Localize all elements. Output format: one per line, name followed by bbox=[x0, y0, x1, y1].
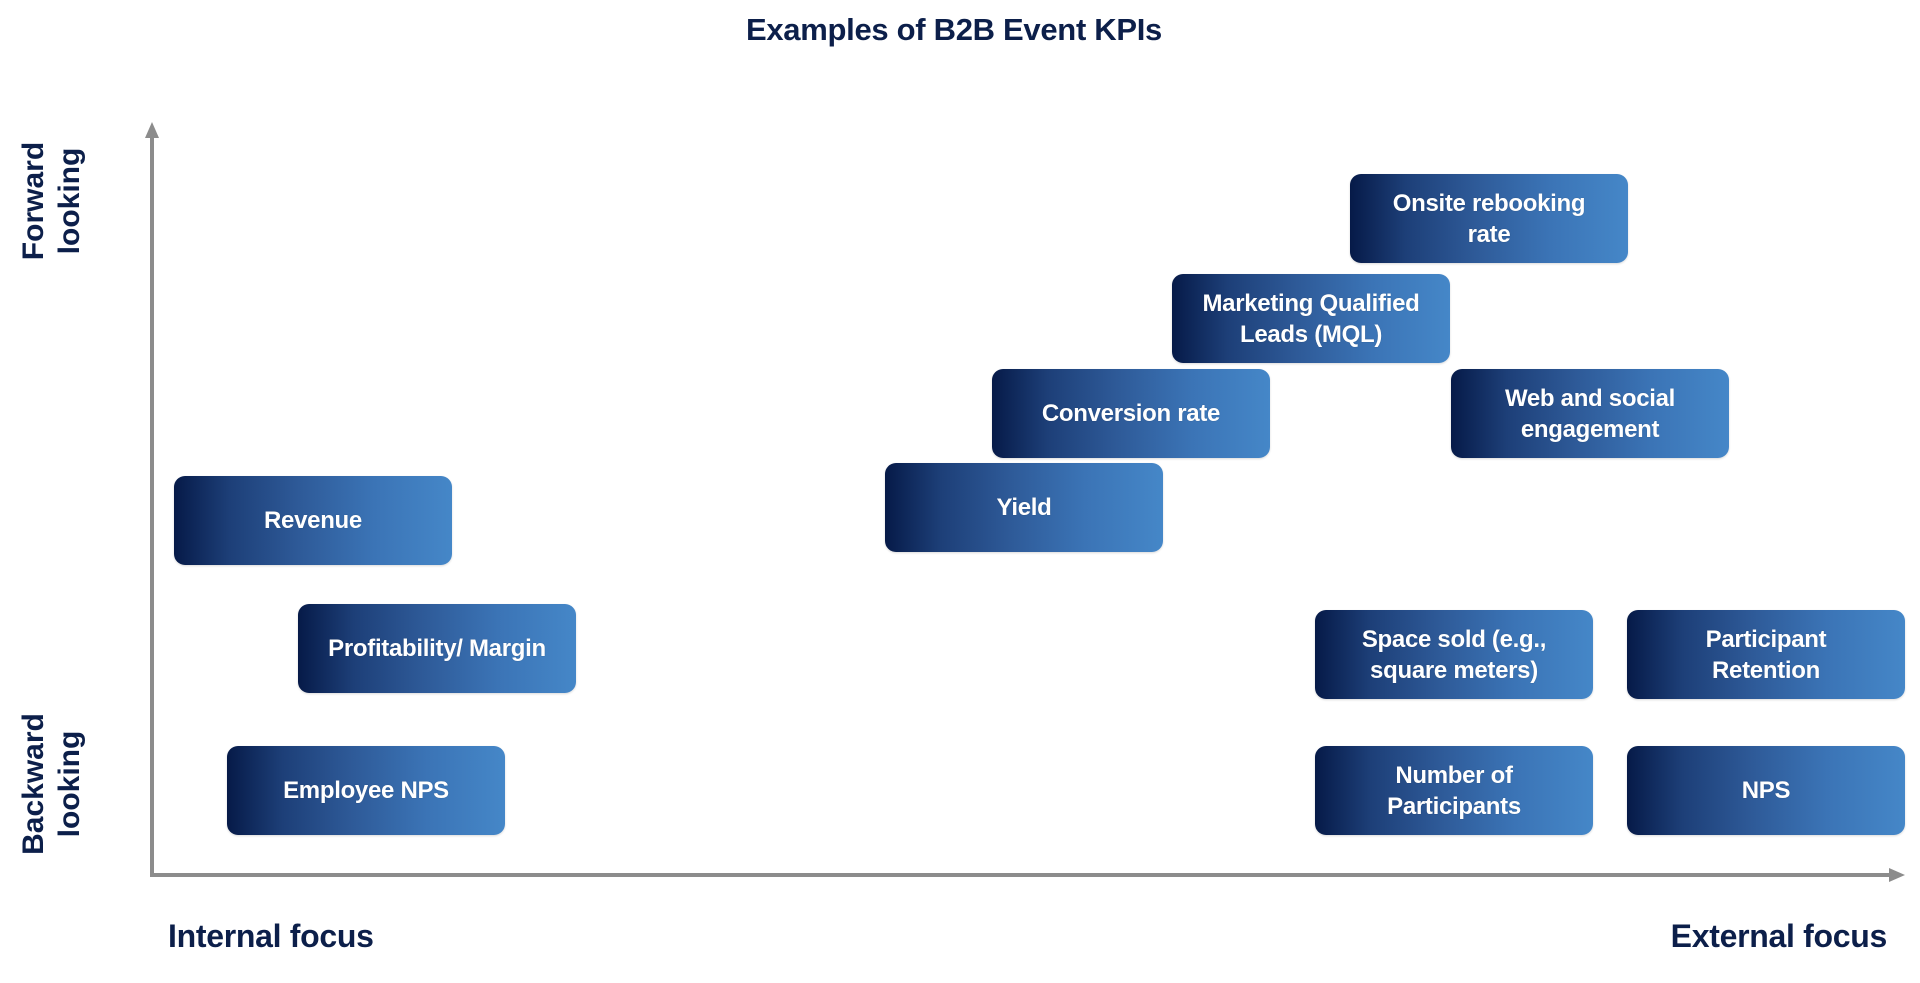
kpi-label: NPS bbox=[1741, 777, 1791, 804]
kpi-box-marketing-qualified-leads: Marketing Qualified Leads (MQL) bbox=[1172, 274, 1450, 363]
kpi-label: Marketing Qualified Leads (MQL) bbox=[1202, 289, 1420, 348]
x-axis-label-external-focus: External focus bbox=[1670, 918, 1888, 954]
kpi-label: Conversion rate bbox=[1041, 400, 1221, 427]
kpi-label: Participant Retention bbox=[1705, 625, 1827, 684]
kpi-label: Space sold (e.g., square meters) bbox=[1361, 625, 1547, 684]
kpi-box-employee-nps: Employee NPS bbox=[227, 746, 505, 835]
kpi-label: Profitability/ Margin bbox=[328, 635, 546, 662]
kpi-label: Employee NPS bbox=[283, 777, 449, 804]
kpi-box-yield: Yield bbox=[885, 463, 1163, 552]
kpi-box-revenue: Revenue bbox=[174, 476, 452, 565]
kpi-box-web-social-engagement: Web and social engagement bbox=[1451, 369, 1729, 458]
y-axis-label-forward-looking: Forward looking bbox=[16, 111, 88, 291]
kpi-label: Number of Participants bbox=[1387, 761, 1521, 820]
kpi-box-participant-retention: Participant Retention bbox=[1627, 610, 1905, 699]
kpi-label: Revenue bbox=[264, 507, 362, 534]
kpi-box-onsite-rebooking-rate: Onsite rebooking rate bbox=[1350, 174, 1628, 263]
y-axis-label-backward-line2: looking bbox=[53, 730, 86, 838]
kpi-box-nps: NPS bbox=[1627, 746, 1905, 835]
kpi-box-space-sold: Space sold (e.g., square meters) bbox=[1315, 610, 1593, 699]
y-axis-label-forward-line1: Forward bbox=[17, 141, 50, 261]
kpi-box-conversion-rate: Conversion rate bbox=[992, 369, 1270, 458]
y-axis-label-forward-line2: looking bbox=[53, 147, 86, 255]
y-axis-arrowhead-icon bbox=[145, 122, 159, 138]
x-axis-label-internal-focus: Internal focus bbox=[168, 918, 374, 954]
x-axis-arrowhead-icon bbox=[1889, 868, 1905, 882]
kpi-box-number-of-participants: Number of Participants bbox=[1315, 746, 1593, 835]
kpi-label: Yield bbox=[996, 494, 1052, 521]
y-axis-label-backward-looking: Backward looking bbox=[16, 684, 88, 884]
kpi-box-profitability-margin: Profitability/ Margin bbox=[298, 604, 576, 693]
kpi-label: Onsite rebooking rate bbox=[1392, 189, 1586, 248]
kpi-label: Web and social engagement bbox=[1504, 384, 1676, 443]
y-axis-label-backward-line1: Backward bbox=[17, 713, 50, 855]
